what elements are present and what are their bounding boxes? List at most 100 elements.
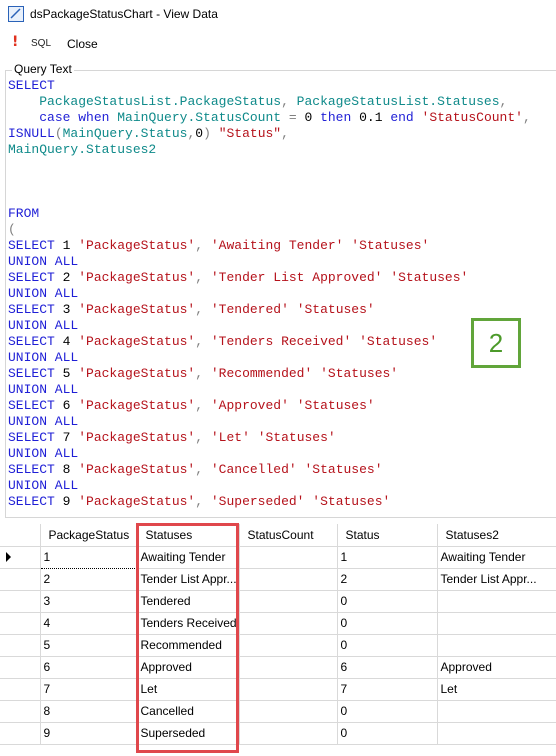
query-token: SELECT xyxy=(8,270,63,285)
query-token: 'Statuses' xyxy=(257,430,336,445)
row-selector[interactable] xyxy=(0,722,41,745)
table-row[interactable]: 5 Recommended 0 xyxy=(0,634,556,657)
grid-cell-statuses[interactable]: Tendered xyxy=(137,590,240,613)
grid-cell-packagestatus[interactable]: 7 xyxy=(40,678,138,701)
exclamation-icon[interactable]: ! xyxy=(12,35,18,49)
grid-cell-statuscount[interactable] xyxy=(239,722,338,745)
column-header-statuses[interactable]: Statuses xyxy=(137,524,240,547)
grid-cell-statuses2[interactable]: Tender List Appr... xyxy=(437,568,556,591)
grid-cell-statuses[interactable]: Recommended xyxy=(137,634,240,657)
grid-cell-statuses[interactable]: Tender List Appr... xyxy=(137,568,240,591)
grid-cell-status[interactable]: 2 xyxy=(337,568,438,591)
query-token: 'Let' xyxy=(210,430,250,445)
grid-cell-packagestatus[interactable]: 3 xyxy=(40,590,138,613)
grid-cell-status[interactable]: 7 xyxy=(337,678,438,701)
query-token: UNION ALL xyxy=(8,286,79,301)
sql-button[interactable]: SQL xyxy=(31,38,51,49)
grid-cell-status[interactable]: 0 xyxy=(337,634,438,657)
query-token: UNION ALL xyxy=(8,254,79,269)
grid-cell-statuscount[interactable] xyxy=(239,590,338,613)
grid-cell-statuscount[interactable] xyxy=(239,546,338,569)
grid-cell-statuses[interactable]: Superseded xyxy=(137,722,240,745)
grid-cell-statuscount[interactable] xyxy=(239,700,338,723)
grid-cell-statuses[interactable]: Let xyxy=(137,678,240,701)
query-token: UNION ALL xyxy=(8,382,79,397)
grid-cell-statuses2[interactable]: Let xyxy=(437,678,556,701)
row-selector[interactable] xyxy=(0,678,41,701)
query-line: SELECT 3 'PackageStatus', 'Tendered' 'St… xyxy=(8,302,556,318)
grid-cell-statuses[interactable]: Awaiting Tender xyxy=(137,546,240,569)
query-token: , xyxy=(195,270,211,285)
grid-cell-statuscount[interactable] xyxy=(239,612,338,635)
table-row[interactable]: 6 Approved 6 Approved xyxy=(0,656,556,679)
grid-cell-statuses2[interactable] xyxy=(437,700,556,723)
grid-cell-status[interactable]: 1 xyxy=(337,546,438,569)
query-token: ISNULL xyxy=(8,126,55,141)
row-selector[interactable] xyxy=(0,590,41,613)
row-selector[interactable] xyxy=(0,612,41,635)
grid-cell-packagestatus[interactable]: 4 xyxy=(40,612,138,635)
grid-cell-statuses[interactable]: Cancelled xyxy=(137,700,240,723)
query-token: SELECT xyxy=(8,430,63,445)
table-row[interactable]: 1 Awaiting Tender 1 Awaiting Tender xyxy=(0,545,556,569)
table-row[interactable]: 8 Cancelled 0 xyxy=(0,700,556,723)
grid-cell-statuscount[interactable] xyxy=(239,678,338,701)
query-token xyxy=(289,302,297,317)
query-line: SELECT 7 'PackageStatus', 'Let' 'Statuse… xyxy=(8,430,556,446)
grid-cell-statuscount[interactable] xyxy=(239,656,338,679)
query-line: SELECT 6 'PackageStatus', 'Approved' 'St… xyxy=(8,398,556,414)
grid-cell-status[interactable]: 0 xyxy=(337,722,438,745)
table-row[interactable]: 9 Superseded 0 xyxy=(0,722,556,745)
close-button[interactable]: Close xyxy=(67,37,98,51)
grid-cell-status[interactable]: 0 xyxy=(337,590,438,613)
grid-cell-statuses2[interactable] xyxy=(437,612,556,635)
row-selector[interactable] xyxy=(0,546,41,569)
row-selector[interactable] xyxy=(0,700,41,723)
grid-cell-statuscount[interactable] xyxy=(239,568,338,591)
results-grid[interactable]: PackageStatus Statuses StatusCount Status St… xyxy=(0,524,556,756)
query-token: ) xyxy=(203,126,219,141)
query-token: 7 xyxy=(62,430,79,445)
grid-cell-packagestatus[interactable]: 5 xyxy=(40,634,138,657)
query-text-editor[interactable]: SELECT PackageStatusList.PackageStatus, … xyxy=(8,78,556,514)
grid-cell-statuses[interactable]: Tenders Received xyxy=(137,612,240,635)
query-token: 'Statuses' xyxy=(359,334,438,349)
grid-cell-statuses2[interactable] xyxy=(437,590,556,613)
grid-cell-status[interactable]: 0 xyxy=(337,700,438,723)
grid-cell-statuses2[interactable] xyxy=(437,634,556,657)
row-selector[interactable] xyxy=(0,634,41,657)
query-token: UNION ALL xyxy=(8,478,79,493)
row-selector[interactable] xyxy=(0,568,41,591)
column-header-statuscount[interactable]: StatusCount xyxy=(239,524,338,547)
grid-cell-packagestatus[interactable]: 2 xyxy=(40,568,138,591)
table-row[interactable]: 2 Tender List Appr... 2 Tender List Appr... xyxy=(0,568,556,591)
grid-cell-packagestatus[interactable]: 9 xyxy=(40,722,138,745)
query-line: UNION ALL xyxy=(8,478,556,494)
column-header-statuses2[interactable]: Statuses2 xyxy=(437,524,556,547)
grid-cell-statuses2[interactable] xyxy=(437,722,556,745)
table-row[interactable]: 4 Tenders Received 0 xyxy=(0,612,556,635)
grid-cell-packagestatus[interactable]: 6 xyxy=(40,656,138,679)
grid-cell-statuscount[interactable] xyxy=(239,634,338,657)
grid-cell-status[interactable]: 0 xyxy=(337,612,438,635)
query-token: , xyxy=(522,110,531,125)
grid-cell-statuses[interactable]: Approved xyxy=(137,656,240,679)
query-token: 'Tendered' xyxy=(210,302,289,317)
query-token: 'Statuses' xyxy=(351,238,430,253)
table-row[interactable]: 3 Tendered 0 xyxy=(0,590,556,613)
grid-cell-statuses2[interactable]: Approved xyxy=(437,656,556,679)
column-header-status[interactable]: Status xyxy=(337,524,438,547)
query-token: ( xyxy=(54,126,63,141)
column-header-packagestatus[interactable]: PackageStatus xyxy=(40,524,138,547)
query-line: SELECT 8 'PackageStatus', 'Cancelled' 'S… xyxy=(8,462,556,478)
row-selector[interactable] xyxy=(0,656,41,679)
table-row[interactable]: 7 Let 7 Let xyxy=(0,678,556,701)
grid-cell-status[interactable]: 6 xyxy=(337,656,438,679)
grid-cell-statuses2[interactable]: Awaiting Tender xyxy=(437,546,556,569)
grid-cell-packagestatus[interactable]: 1 xyxy=(39,545,138,569)
query-token: SELECT xyxy=(8,78,55,93)
grid-header-row: PackageStatus Statuses StatusCount Status St… xyxy=(0,524,556,547)
query-token: 'Tenders Received' xyxy=(210,334,352,349)
grid-cell-packagestatus[interactable]: 8 xyxy=(40,700,138,723)
query-token: 'Tender List Approved' xyxy=(210,270,383,285)
